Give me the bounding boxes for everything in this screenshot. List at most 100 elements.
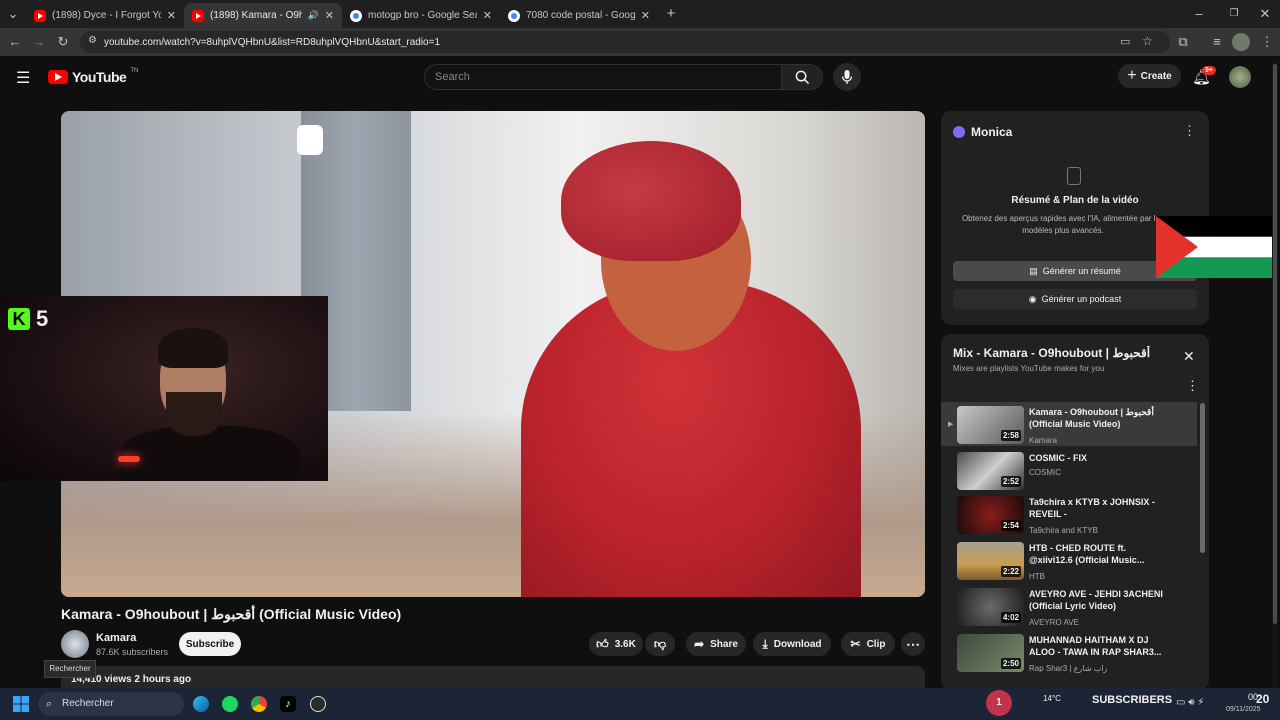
restore-icon[interactable]: ❐ — [1225, 5, 1243, 23]
playlist-menu-icon[interactable]: ⋮ — [1186, 378, 1199, 394]
youtube-play-icon — [48, 70, 68, 84]
search-input[interactable]: Search — [424, 64, 782, 90]
webcam-red-light — [118, 456, 140, 462]
google-icon — [508, 9, 520, 22]
chrome-icon[interactable] — [251, 696, 267, 712]
clip-button[interactable]: ✂ Clip — [841, 632, 895, 656]
download-button[interactable]: ⤓ Download — [753, 632, 831, 656]
search-tooltip: Rechercher — [44, 660, 96, 678]
bookmark-star-icon[interactable]: ☆ — [1142, 34, 1153, 48]
playlist-scrollbar[interactable] — [1200, 403, 1205, 553]
playlist-item[interactable]: 2:22 HTB - CHED ROUTE ft. @xiivi12.6 (Of… — [941, 538, 1197, 582]
search-button[interactable] — [781, 64, 823, 90]
speaker-icon[interactable]: 🔊 — [308, 10, 319, 21]
reload-icon[interactable]: ↻ — [54, 33, 72, 51]
forward-icon[interactable]: → — [30, 33, 48, 51]
windows-start-icon[interactable] — [13, 696, 29, 712]
streamer-body — [120, 426, 300, 481]
more-actions-button[interactable]: ⋯ — [901, 632, 925, 656]
tab-kamara[interactable]: (1898) Kamara - O9houbout 🔊 ✕ — [184, 3, 342, 28]
create-button[interactable]: + Create — [1118, 64, 1181, 88]
youtube-header: ☰ YouTube TN Search + Create 🔔︎ 9+ — [0, 56, 1280, 98]
new-tab-icon[interactable]: + — [662, 5, 680, 23]
profile-avatar[interactable] — [1232, 33, 1250, 51]
taskbar-search-icon: ⌕ — [46, 698, 53, 710]
site-info-icon[interactable]: ⚙ — [88, 35, 97, 46]
now-playing-icon: ▶ — [948, 421, 954, 428]
hamburger-menu-icon[interactable]: ☰ — [16, 68, 30, 88]
clip-label: Clip — [866, 638, 886, 650]
playlist-item-title: AVEYRO AVE - JEHDI 3ACHENI (Official Lyr… — [1029, 589, 1163, 611]
like-button[interactable]: 👍︎ 3.6K — [589, 632, 643, 656]
playlist-item[interactable]: 2:50 MUHANNAD HAITHAM X DJ ALOO - TAWA I… — [941, 630, 1197, 674]
tray-icons[interactable]: ▭ 🔊︎ ⚡︎ — [1176, 697, 1204, 708]
monica-menu-icon[interactable]: ⋮ — [1183, 123, 1196, 139]
youtube-icon — [34, 9, 46, 22]
youtube-logo[interactable]: YouTube TN — [48, 68, 138, 85]
tab-search-icon[interactable]: ⌄ — [4, 5, 22, 23]
plus-icon: + — [1127, 67, 1137, 84]
mix-playlist-panel: Mix - Kamara - O9houbout | أقحبوط Mixes … — [941, 334, 1209, 690]
close-playlist-icon[interactable]: ✕ — [1183, 348, 1195, 365]
close-icon[interactable]: ✕ — [325, 9, 334, 22]
windows-taskbar: ⌕ Rechercher ♪ 1 14°C SUBSCRIBERS ▭ 🔊︎ ⚡… — [0, 688, 1280, 720]
playlist-item-channel: COSMIC — [1029, 468, 1061, 477]
close-icon[interactable]: ✕ — [641, 9, 650, 22]
create-label: Create — [1140, 70, 1172, 82]
streamer-webcam: K 5 — [0, 296, 328, 481]
spotify-icon[interactable] — [222, 696, 238, 712]
voice-search-button[interactable] — [833, 63, 861, 91]
page-scrollbar[interactable] — [1272, 62, 1278, 688]
duration: 2:52 — [1000, 476, 1021, 487]
obs-icon[interactable] — [310, 696, 326, 712]
cast-icon[interactable]: ▭ — [1120, 35, 1130, 48]
kick-logo-icon: K — [8, 308, 30, 330]
share-button[interactable]: ➦ Share — [686, 632, 746, 656]
tab-dyce[interactable]: (1898) Dyce - I Forgot Your Face ✕ — [26, 3, 184, 28]
duration: 2:50 — [1000, 658, 1021, 669]
playlist-item[interactable]: 2:52 COSMIC - FIX COSMIC — [941, 448, 1197, 492]
logo-text: YouTube — [72, 69, 127, 85]
close-icon[interactable]: ✕ — [167, 9, 176, 22]
account-avatar[interactable] — [1229, 66, 1251, 88]
like-count: 3.6K — [614, 638, 636, 650]
playlist-item[interactable]: 4:02 AVEYRO AVE - JEHDI 3ACHENI (Officia… — [941, 584, 1197, 628]
tab-title: (1898) Dyce - I Forgot Your Face — [52, 10, 161, 21]
tab-code-postal[interactable]: 7080 code postal - Google Search ✕ — [500, 3, 658, 28]
mix-subtitle: Mixes are playlists YouTube makes for yo… — [953, 364, 1105, 373]
playlist-item[interactable]: ▶ 2:58 Kamara - O9houbout | أقحبوط (Offi… — [941, 402, 1197, 446]
extensions-icon[interactable]: ⧉ — [1174, 33, 1192, 51]
generate-podcast-button[interactable]: ◉ Générer un podcast — [953, 289, 1197, 309]
playlist-item-title: MUHANNAD HAITHAM X DJ ALOO - TAWA IN RAP… — [1029, 635, 1162, 657]
subscribe-button[interactable]: Subscribe — [179, 632, 241, 656]
page-scrollbar-thumb[interactable] — [1273, 64, 1277, 624]
tab-title: motogp bro - Google Search — [368, 10, 477, 21]
menu-kebab-icon[interactable]: ⋮ — [1258, 33, 1276, 51]
channel-avatar[interactable] — [61, 630, 89, 658]
streamer-hair — [158, 328, 228, 368]
podcast-label: Générer un podcast — [1041, 294, 1122, 304]
tiktok-icon[interactable]: ♪ — [280, 696, 296, 712]
address-bar[interactable]: ⚙ youtube.com/watch?v=8uhplVQHbnU&list=R… — [80, 31, 1170, 53]
playlist-item-title: Ta9chira x KTYB x JOHNSIX - REVEIL - — [1029, 497, 1155, 519]
duration: 4:02 — [1000, 612, 1021, 623]
clock-date: 09/11/2025 — [1226, 706, 1261, 713]
window-close-icon[interactable]: ✕ — [1256, 5, 1274, 23]
dislike-button[interactable]: 👎︎ — [645, 632, 675, 656]
reading-list-icon[interactable]: ≡ — [1208, 33, 1226, 51]
microphone-icon — [841, 70, 853, 84]
back-icon[interactable]: ← — [6, 33, 24, 51]
sub-count: 20 — [1256, 692, 1270, 706]
playlist-thumbnail: 2:54 — [957, 496, 1024, 534]
tab-motogp[interactable]: motogp bro - Google Search ✕ — [342, 3, 500, 28]
share-label: Share — [710, 638, 738, 650]
edge-icon[interactable] — [193, 696, 209, 712]
google-icon — [350, 9, 362, 22]
podcast-icon: ◉ — [1028, 293, 1037, 304]
playlist-item[interactable]: 2:54 Ta9chira x KTYB x JOHNSIX - REVEIL … — [941, 492, 1197, 536]
streamer-beard — [166, 392, 222, 436]
minimize-icon[interactable]: – — [1190, 5, 1208, 23]
taskbar-search[interactable]: ⌕ Rechercher — [38, 692, 184, 716]
close-icon[interactable]: ✕ — [483, 9, 492, 22]
channel-name[interactable]: Kamara — [96, 632, 136, 644]
